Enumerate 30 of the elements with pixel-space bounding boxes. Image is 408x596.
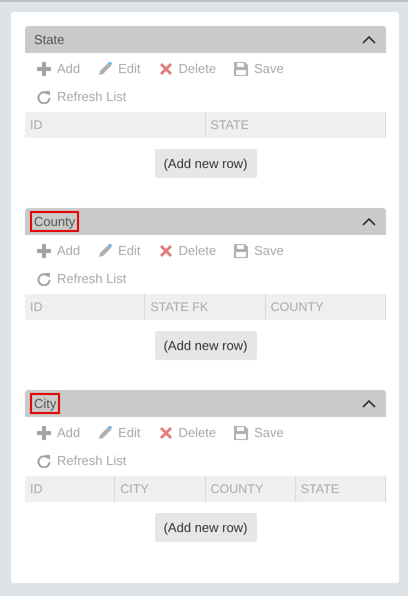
column-header[interactable]: CITY <box>115 476 206 502</box>
add-new-row-button[interactable]: (Add new row) <box>154 513 256 542</box>
column-header[interactable]: COUNTY <box>266 294 386 320</box>
column-header[interactable]: STATE <box>296 476 386 502</box>
collapse-icon[interactable] <box>362 400 376 408</box>
add-new-row-button[interactable]: (Add new row) <box>154 149 256 178</box>
plus-icon <box>37 62 51 76</box>
add-new-row-button[interactable]: (Add new row) <box>154 331 256 360</box>
refresh-icon <box>37 90 51 104</box>
collapse-icon[interactable] <box>362 218 376 226</box>
column-header[interactable]: STATE FK <box>145 294 266 320</box>
refresh-icon <box>37 454 51 468</box>
pencil-icon <box>98 244 112 258</box>
plus-icon <box>37 426 51 440</box>
column-header[interactable]: STATE <box>206 112 386 138</box>
panel-title: State <box>33 31 66 49</box>
pencil-icon <box>98 62 112 76</box>
panel-title: County <box>30 211 80 232</box>
panel-title: City <box>30 393 60 414</box>
refresh-icon <box>37 272 51 286</box>
cross-icon <box>158 244 173 258</box>
pencil-icon <box>98 426 112 440</box>
collapse-icon[interactable] <box>362 36 376 44</box>
plus-icon <box>37 244 51 258</box>
column-header[interactable]: COUNTY <box>206 476 296 502</box>
cross-icon <box>158 426 173 440</box>
column-header[interactable]: ID <box>25 476 116 502</box>
column-header[interactable]: ID <box>25 294 146 320</box>
cross-icon <box>158 62 173 76</box>
column-header[interactable]: ID <box>25 112 206 138</box>
